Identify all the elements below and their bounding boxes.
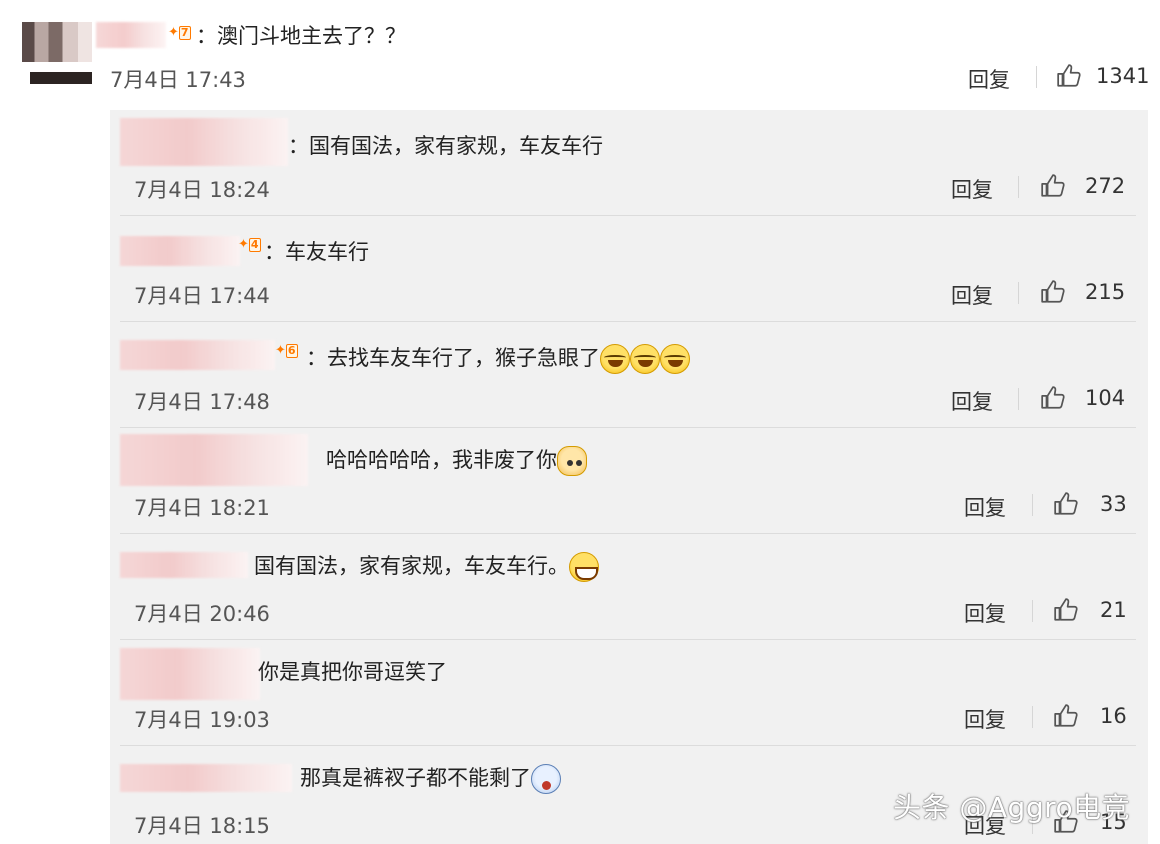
reply-button[interactable]: 回复 [951,386,993,416]
username-blurred[interactable] [120,118,288,166]
thumbs-up-icon[interactable] [1053,491,1079,517]
divider [1032,600,1033,622]
like-count: 215 [1085,280,1126,304]
reply-date: 7月4日 18:21 [134,496,270,520]
like-count: 1341 [1096,64,1150,88]
reply-date: 7月4日 18:24 [134,178,270,202]
reply-button[interactable]: 回复 [968,64,1010,94]
reply-text-content: 哈哈哈哈哈，我非废了你 [326,448,557,472]
username-blurred[interactable] [120,340,275,370]
divider [1018,282,1019,304]
comment-date: 7月4日 17:43 [110,68,246,92]
divider [1036,66,1037,88]
reply-item: ✦ 6 ：去找车友车行了，猴子急眼了 7月4日 17:48 回复 104 [110,322,1148,428]
reply-text-content: 那真是裤衩子都不能剩了 [300,766,531,790]
reply-text: ：车友车行 [264,240,369,264]
top-comment: ✦ 7 ：澳门斗地主去了？？ 7月4日 17:43 回复 1341 [0,0,1160,110]
reply-item: ✦ 4 ：车友车行 7月4日 17:44 回复 215 [110,216,1148,322]
divider [1032,494,1033,516]
thumbs-up-icon[interactable] [1040,279,1066,305]
comment-text: ：澳门斗地主去了？？ [196,24,406,48]
reply-panel: ：国有国法，家有家规，车友车行 7月4日 18:24 回复 272 ✦ 4 ：车友… [110,110,1148,844]
thumbs-up-icon[interactable] [1053,597,1079,623]
thumbs-up-icon[interactable] [1040,173,1066,199]
divider [1018,176,1019,198]
reply-text: 哈哈哈哈哈，我非废了你 [326,444,587,476]
reply-date: 7月4日 17:44 [134,284,270,308]
username-blurred[interactable] [120,236,240,266]
like-count: 16 [1100,704,1127,728]
reply-text: ：国有国法，家有家规，车友车行 [288,134,603,158]
reply-text: 你是真把你哥逗笑了 [258,660,447,684]
reply-text: 那真是裤衩子都不能剩了 [300,762,561,794]
reply-button[interactable]: 回复 [951,174,993,204]
divider [1018,388,1019,410]
reply-item: ：国有国法，家有家规，车友车行 7月4日 18:24 回复 272 [110,110,1148,216]
reply-date: 7月4日 17:48 [134,390,270,414]
reply-text: ：去找车友车行了，猴子急眼了 [306,342,690,374]
username-blurred[interactable] [120,648,260,700]
watermark: 头条 @Aggro电竞 [893,791,1131,824]
thumbs-up-icon[interactable] [1053,703,1079,729]
reply-button[interactable]: 回复 [964,704,1006,734]
thumbs-up-icon[interactable] [1040,385,1066,411]
reply-item: 你是真把你哥逗笑了 7月4日 19:03 回复 16 [110,640,1148,746]
reply-date: 7月4日 18:15 [134,814,270,838]
like-count: 272 [1085,174,1126,198]
reply-date: 7月4日 19:03 [134,708,270,732]
username-blurred[interactable] [120,764,292,792]
username-blurred[interactable] [96,22,166,48]
username-blurred[interactable] [120,552,248,578]
username-blurred[interactable] [120,434,308,486]
reply-button[interactable]: 回复 [964,598,1006,628]
reply-date: 7月4日 20:46 [134,602,270,626]
reply-item: 国有国法，家有家规，车友车行。 7月4日 20:46 回复 21 [110,534,1148,640]
laugh-cry-emoji-icon [660,344,690,374]
thumbs-up-icon[interactable] [1056,63,1082,89]
grin-emoji-icon [569,552,599,582]
vip-level-badge-icon: ✦ 7 [168,25,191,40]
avatar[interactable] [22,22,92,84]
doge-emoji-icon [557,446,587,476]
like-count: 104 [1085,386,1126,410]
laugh-cry-emoji-icon [630,344,660,374]
like-count: 33 [1100,492,1127,516]
reply-button[interactable]: 回复 [951,280,993,310]
reply-text-content: ：去找车友车行了，猴子急眼了 [306,346,600,370]
reply-item: 哈哈哈哈哈，我非废了你 7月4日 18:21 回复 33 [110,428,1148,534]
vip-level-badge-icon: ✦ 6 [275,343,298,358]
divider [1032,706,1033,728]
reply-button[interactable]: 回复 [964,492,1006,522]
laugh-cry-emoji-icon [600,344,630,374]
shock-emoji-icon [531,764,561,794]
reply-text-content: 国有国法，家有家规，车友车行。 [254,554,569,578]
vip-level-badge-icon: ✦ 4 [238,237,261,252]
like-count: 21 [1100,598,1127,622]
reply-text: 国有国法，家有家规，车友车行。 [254,550,599,582]
